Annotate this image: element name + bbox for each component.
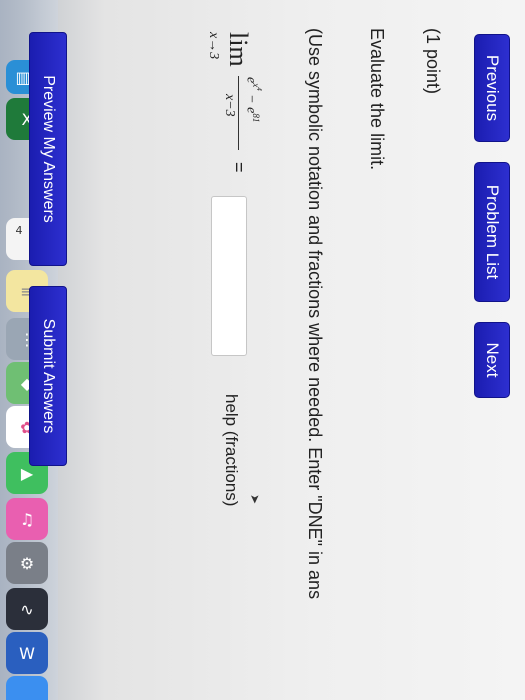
lim-operator: lim <box>224 32 253 67</box>
next-button[interactable]: Next <box>474 322 510 398</box>
lim-subscript: x→3 <box>206 32 221 60</box>
webwork-problem-page: Previous Problem List Next (1 point) Eva… <box>0 0 525 700</box>
problem-prompt: Evaluate the limit. <box>367 28 387 171</box>
point-value: (1 point) <box>423 28 443 95</box>
preview-answers-button[interactable]: Preview My Answers <box>29 32 67 266</box>
problem-instructions: (Use symbolic notation and fractions whe… <box>305 28 325 600</box>
help-fractions-link[interactable]: help (fractions) <box>221 394 241 506</box>
fraction-bar <box>238 76 239 150</box>
fraction-numerator: ex4 − e81 <box>243 77 263 123</box>
equals-sign: = <box>229 162 249 173</box>
limit-expression: lim x→3 ex4 − e81 x−3 = <box>193 32 263 182</box>
screen: X ▥ 4 ≡ ⋮ ◆ ✿ ▶ ♫ ⚙ ∿ W … Previous Probl… <box>0 0 525 700</box>
mouse-cursor-icon: ➤ <box>248 494 262 505</box>
previous-button[interactable]: Previous <box>474 34 510 142</box>
submit-answers-button[interactable]: Submit Answers <box>29 286 67 466</box>
answer-input[interactable] <box>211 196 247 356</box>
problem-list-button[interactable]: Problem List <box>474 162 510 302</box>
fraction-denominator: x−3 <box>222 94 237 117</box>
